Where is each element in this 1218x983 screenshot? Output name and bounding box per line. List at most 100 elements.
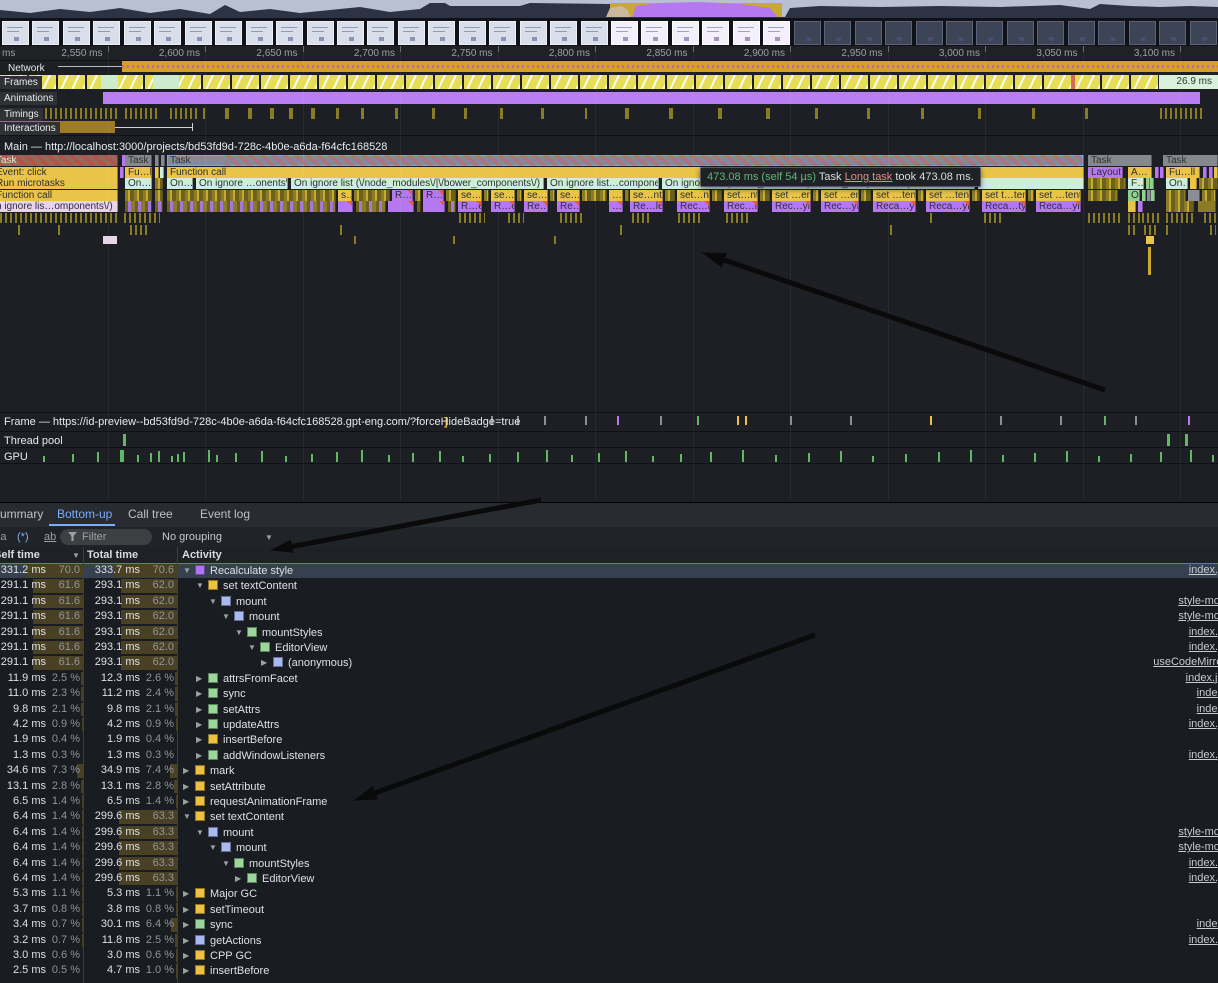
flame-bar[interactable] [1142,190,1146,201]
flame-bar[interactable]: Rec…le [677,201,710,212]
filmstrip-thumbnail[interactable] [32,21,59,45]
flame-bar[interactable] [1202,190,1216,201]
flame-bar[interactable]: On ignore list (\/node_modules\/|\/bower… [291,178,544,189]
frame-box[interactable] [667,75,694,89]
expand-triangle-icon[interactable]: ▶ [183,933,195,948]
flame-bar[interactable] [155,178,163,189]
flame-bar[interactable]: Task [125,155,152,166]
flame-bar[interactable] [167,201,336,212]
flame-bar[interactable]: set …ent [821,190,859,201]
table-row[interactable]: 34.6 ms7.3 %34.9 ms7.4 %▶mark [0,763,1218,778]
flame-bar[interactable] [861,190,871,201]
flame-bar[interactable] [550,190,555,201]
filmstrip-thumbnail[interactable] [641,21,668,45]
frame-duration-box[interactable]: 26.9 ms [1159,75,1218,89]
expand-triangle-icon[interactable]: ▶ [235,871,247,886]
source-link[interactable]: index.js [1189,640,1218,655]
flame-bar[interactable]: …nt [609,190,623,201]
table-row[interactable]: 2.5 ms0.5 %4.7 ms1.0 %▶insertBefore [0,963,1218,978]
filmstrip-thumbnail[interactable] [520,21,547,45]
frame-box[interactable] [1073,75,1100,89]
col-total-time[interactable]: Total time [87,549,138,561]
flame-bar[interactable]: Rec…yle [772,201,811,212]
table-row[interactable]: 3.7 ms0.8 %3.8 ms0.8 %▶setTimeout [0,902,1218,917]
filmstrip-thumbnail[interactable] [489,21,516,45]
frame-box[interactable] [609,75,636,89]
filmstrip-thumbnail[interactable] [885,21,912,45]
expand-triangle-icon[interactable]: ▶ [196,717,208,732]
filmstrip-thumbnail[interactable] [855,21,882,45]
filmstrip-thumbnail[interactable] [794,21,821,45]
table-row[interactable]: 1.9 ms0.4 %1.9 ms0.4 %▶insertBefore [0,732,1218,747]
flame-bar[interactable]: Rec…yle [821,201,859,212]
flame-bar[interactable]: Reca…yle [926,201,970,212]
source-link[interactable]: index.js: [1186,671,1218,686]
flame-bar[interactable]: s…t [338,190,352,201]
filmstrip-thumbnail[interactable] [428,21,455,45]
filmstrip-thumbnail[interactable] [246,21,273,45]
flame-bar[interactable]: set …tent [926,190,970,201]
table-row[interactable]: 291.1 ms61.6 %293.1 ms62.0 %▼set textCon… [0,578,1218,593]
flame-bar[interactable] [1128,201,1136,212]
collapse-triangle-icon[interactable]: ▼ [222,856,234,871]
flame-bar[interactable]: On ignore list…components\/) [547,178,659,189]
col-self-time[interactable]: Self time [0,549,40,561]
filmstrip-thumbnail[interactable] [672,21,699,45]
flame-bar[interactable]: Task [0,155,118,166]
source-link[interactable]: index.js [1189,625,1218,640]
flame-bar[interactable]: On ignore …onents\/) [196,178,288,189]
flame-bar[interactable]: Fu…ll [125,167,152,178]
tab-summary[interactable]: Summary [0,507,43,521]
source-link[interactable]: index.js [1189,856,1218,871]
flame-bar[interactable] [665,190,675,201]
frame-box[interactable] [406,75,433,89]
flame-bar[interactable] [1203,167,1207,178]
filmstrip-track[interactable] [0,18,1218,46]
flame-bar[interactable] [167,190,336,201]
frame-box[interactable] [928,75,955,89]
filmstrip-thumbnail[interactable] [185,21,212,45]
flame-bar[interactable]: set…nt [724,190,758,201]
flame-bar[interactable]: R…e [458,201,482,212]
filmstrip-thumbnail[interactable] [276,21,303,45]
filmstrip-thumbnail[interactable] [215,21,242,45]
table-row[interactable]: 3.0 ms0.6 %3.0 ms0.6 %▶CPP GC [0,948,1218,963]
frame-box[interactable] [725,75,752,89]
flame-bar[interactable]: Reca…yle [873,201,916,212]
flame-bar[interactable]: Task [167,155,1084,166]
expand-triangle-icon[interactable]: ▶ [183,963,195,978]
table-row[interactable]: 3.4 ms0.7 %30.1 ms6.4 %▶syncindex. [0,917,1218,932]
frame-box[interactable] [1044,75,1071,89]
frame-box[interactable] [1131,75,1158,89]
table-row[interactable]: 291.1 ms61.6 %293.1 ms62.0 %▶(anonymous)… [0,655,1218,670]
expand-triangle-icon[interactable]: ▶ [183,763,195,778]
flame-bar[interactable]: Run microtasks [0,178,118,189]
flame-bar[interactable]: On…) [125,178,152,189]
expand-triangle-icon[interactable]: ▶ [261,655,273,670]
flame-bar[interactable] [1088,190,1118,201]
flame-bar[interactable] [155,190,163,201]
frame-box[interactable] [116,75,143,89]
table-row[interactable]: 291.1 ms61.6 %293.1 ms62.0 %▼mountstyle-… [0,609,1218,624]
frame-box[interactable] [261,75,288,89]
flame-bar[interactable] [415,190,421,201]
flame-bar[interactable]: Function call [0,190,118,201]
collapse-triangle-icon[interactable]: ▼ [183,809,195,824]
grouping-select[interactable]: No grouping [162,531,222,543]
flame-bar[interactable] [1209,167,1213,178]
flame-bar[interactable]: Rec…le [724,201,758,212]
source-link[interactable]: index.js [1189,933,1218,948]
flame-bar[interactable] [1150,178,1154,189]
frame-box[interactable] [464,75,491,89]
collapse-triangle-icon[interactable]: ▼ [183,563,195,578]
frame-box[interactable] [203,75,230,89]
flame-bar[interactable] [354,190,390,201]
flame-bar[interactable] [1151,190,1155,201]
expand-triangle-icon[interactable]: ▶ [183,902,195,917]
table-row[interactable]: 13.1 ms2.8 %13.1 ms2.8 %▶setAttribute [0,779,1218,794]
flame-bar[interactable] [423,201,445,212]
filmstrip-thumbnail[interactable] [1129,21,1156,45]
collapse-triangle-icon[interactable]: ▼ [196,825,208,840]
flame-bar[interactable] [155,155,159,166]
filmstrip-thumbnail[interactable] [1007,21,1034,45]
